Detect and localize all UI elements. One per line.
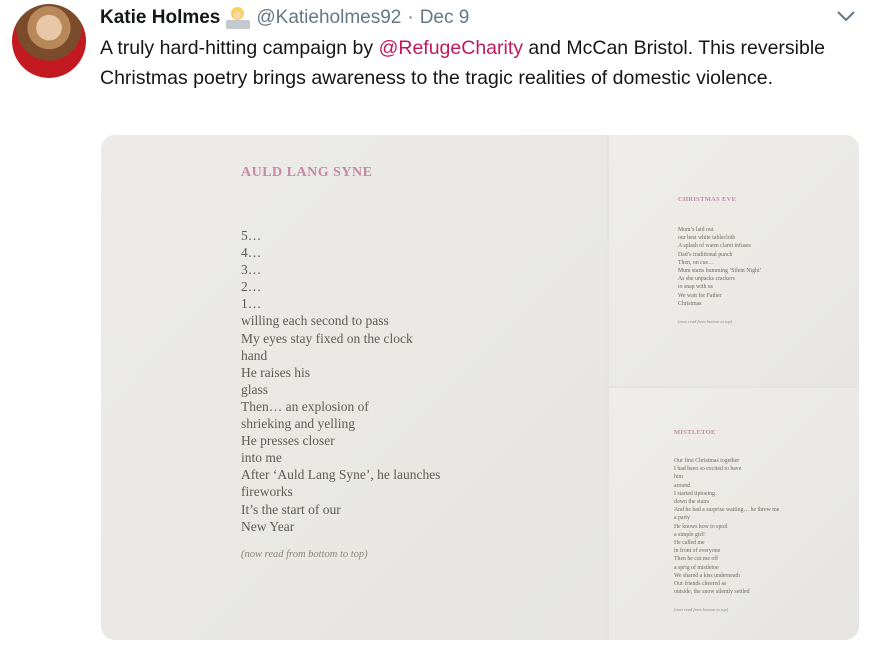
poem-line: Our first Christmas together	[674, 458, 740, 464]
poem-line: 5…	[241, 228, 262, 243]
poem-line: willing each second to pass	[241, 313, 389, 329]
poem-line: fireworks	[241, 484, 293, 500]
poem-line: 2…	[241, 279, 262, 295]
author-name[interactable]: Katie Holmes	[100, 7, 220, 29]
poem-line: down the stairs	[674, 499, 710, 506]
woman-technologist-emoji-icon	[226, 7, 251, 29]
author-handle[interactable]: @Katieholmes92	[256, 7, 401, 29]
tweet-text-before: A truly hard-hitting campaign by	[100, 37, 379, 59]
poem-line: Then, on cue…	[678, 259, 714, 266]
poem-line: It’s the start of our	[241, 501, 341, 517]
poem-line: He called me	[674, 540, 705, 547]
poem-body: 5… 4… 3… 2… 1… willing each second to pa…	[241, 227, 440, 535]
poem-line: He raises his	[241, 364, 310, 380]
poem-line: My eyes stay fixed on the clock	[241, 330, 413, 346]
poem-line: a party	[674, 515, 690, 522]
tweet-text: A truly hard-hitting campaign by @Refuge…	[100, 34, 850, 93]
poem-line: Our friends cheered as	[674, 581, 727, 588]
poem-line: We shared a kiss underneath	[674, 572, 740, 579]
mention-link[interactable]: @RefugeCharity	[379, 37, 523, 59]
poem-line: As she unpacks crackers	[678, 276, 735, 283]
poem-line: After ‘Auld Lang Syne’, he launches	[241, 467, 441, 483]
poem-footer: (now read from bottom to top)	[241, 549, 368, 560]
poem-line: shrieking and yelling	[241, 416, 355, 432]
poem-title: AULD LANG SYNE	[241, 165, 373, 180]
poem-line: outside, the snow silently settled	[674, 589, 750, 596]
poem-footer: (now read from bottom to top)	[674, 607, 729, 612]
poem-line: hand	[241, 347, 268, 363]
media-image-top-right[interactable]: CHRISTMAS EVE Mum’s laid out our best wh…	[609, 135, 859, 386]
separator-dot: ·	[407, 7, 414, 28]
media-image-main[interactable]: AULD LANG SYNE 5… 4… 3… 2… 1… willing ea…	[101, 135, 607, 640]
poem-body: Our first Christmas together I had been …	[674, 457, 779, 596]
tweet-media-grid[interactable]: AULD LANG SYNE 5… 4… 3… 2… 1… willing ea…	[101, 135, 859, 640]
poem-line: into me	[241, 450, 282, 466]
poem-line: Christmas	[678, 300, 702, 307]
chevron-down-icon[interactable]	[835, 8, 857, 24]
poem-line: 1…	[241, 296, 262, 312]
poem-title: MISTLETOE	[674, 429, 716, 436]
poem-line: him	[674, 474, 684, 481]
poem-line: A splash of warm claret infuses	[678, 243, 751, 250]
poem-line: He presses closer	[241, 433, 335, 449]
poem-line: We wait for Father	[678, 292, 722, 299]
poem-line: our best white tablecloth	[678, 235, 736, 242]
poem-line: Mum starts humming ‘Silent Night’	[678, 268, 762, 275]
author-avatar[interactable]	[12, 4, 86, 78]
poem-line: Dad’s traditional punch	[678, 251, 733, 258]
poem-line: in front of everyone	[674, 548, 721, 555]
poem-line: to snap with us	[678, 284, 713, 291]
poem-body: Mum’s laid out our best white tablecloth…	[678, 226, 761, 308]
poem-line: Then… an explosion of	[241, 398, 369, 414]
poem-line: And he had a surprise waiting… he threw …	[674, 507, 780, 514]
tweet-date[interactable]: Dec 9	[420, 7, 470, 29]
poem-line: I started tiptoeing	[674, 490, 715, 497]
poem-line: Then he cut me off	[674, 556, 718, 563]
tweet-header: Katie Holmes @Katieholmes92 · Dec 9	[100, 5, 469, 31]
media-image-bottom-right[interactable]: MISTLETOE Our first Christmas together I…	[609, 388, 859, 640]
poem-line: a simple girl!	[674, 531, 705, 538]
poem-line: glass	[241, 381, 268, 397]
poem-line: He knows how to spoil	[674, 523, 728, 530]
poem-line: around	[674, 482, 691, 489]
poem-line: 4…	[241, 245, 262, 261]
poem-footer: (now read from bottom to top)	[678, 319, 733, 324]
poem-line: a sprig of mistletoe	[674, 564, 719, 571]
poem-line: 3…	[241, 262, 262, 278]
poem-line: New Year	[241, 518, 295, 534]
poem-line: I had been so excited to have	[674, 466, 742, 473]
poem-line: Mum’s laid out	[678, 227, 714, 233]
poem-title: CHRISTMAS EVE	[678, 196, 737, 203]
